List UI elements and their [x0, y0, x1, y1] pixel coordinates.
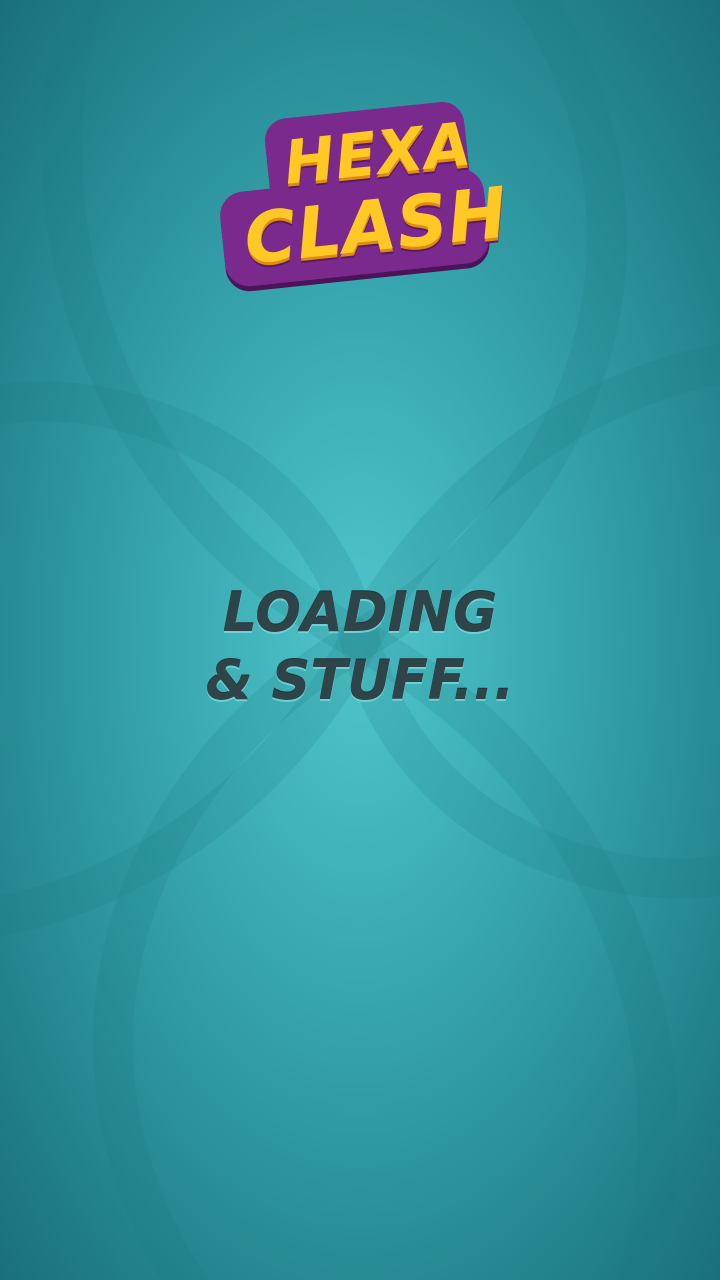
- loading-text-line1: LOADING: [222, 581, 498, 644]
- game-logo: HEXA CLASH: [217, 99, 512, 289]
- loading-text-line2: & STUFF...: [205, 649, 515, 712]
